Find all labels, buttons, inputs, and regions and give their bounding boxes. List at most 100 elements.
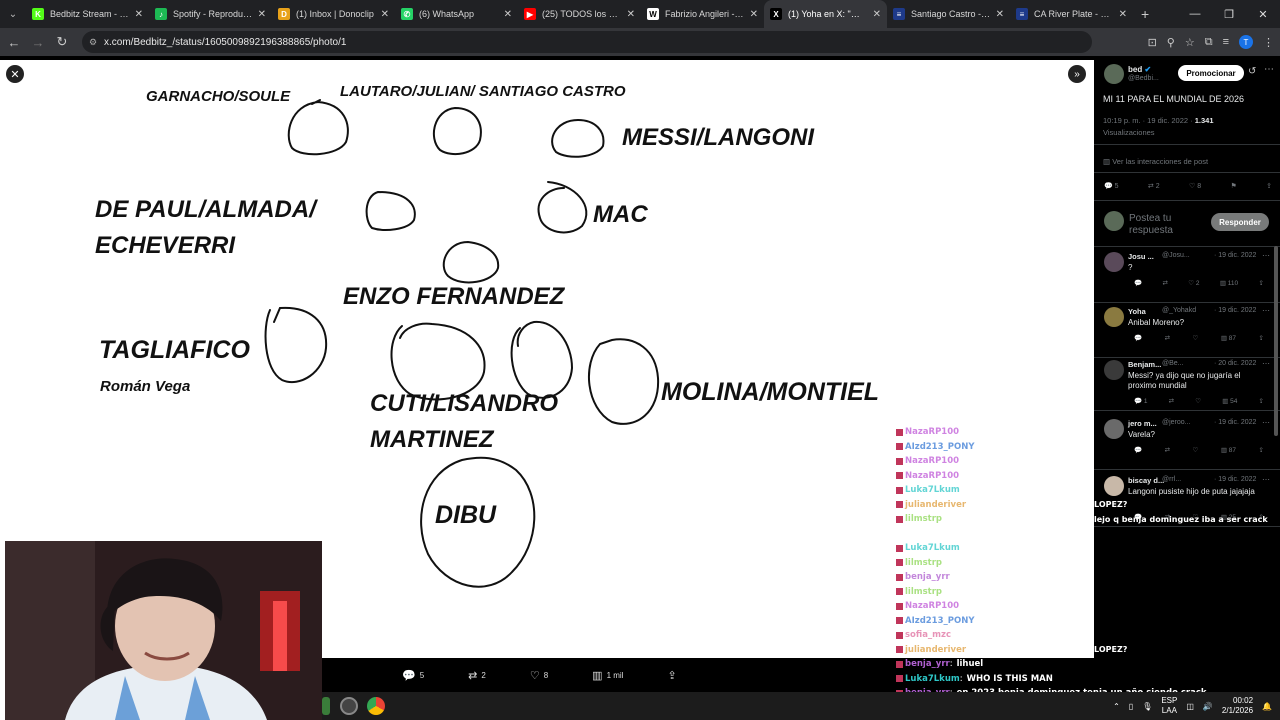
tab-favicon-icon: ≡ [1016,8,1028,20]
stat-replies[interactable]: 💬 5 [1104,182,1119,190]
comment-author[interactable]: Benjam... [1128,360,1161,369]
minimize-icon[interactable]: — [1178,8,1212,20]
forward-icon[interactable]: → [26,35,50,50]
share-action[interactable]: ⇪ [667,669,676,682]
tab-close-icon[interactable]: ✕ [1119,9,1127,20]
notification-bell-icon[interactable]: 🔔 [1262,702,1272,711]
browser-tab[interactable]: ✆ (6) WhatsApp ✕ [395,0,518,28]
chrome-icon[interactable] [367,697,385,715]
back-icon[interactable]: ← [2,35,26,50]
author-name[interactable]: bed ✔ [1128,65,1151,74]
repost-action[interactable]: ⇄ 2 [468,669,486,682]
comment-reply[interactable]: 💬 [1134,279,1142,287]
comment-author[interactable]: Josu ... [1128,252,1154,261]
tab-close-icon[interactable]: ✕ [627,9,635,20]
extensions-icon[interactable]: ⧉ [1205,36,1213,49]
stat-likes[interactable]: ♡ 8 [1189,182,1201,190]
panel-scrollbar[interactable] [1274,246,1278,436]
comment-share-icon[interactable]: ⇪ [1259,397,1264,405]
label-messi: MESSI/LANGONI [622,124,815,151]
tab-close-icon[interactable]: ✕ [258,9,266,20]
comment-repost[interactable]: ⇄ [1165,334,1170,342]
bookmark-star-icon[interactable]: ☆ [1185,36,1195,49]
author-avatar[interactable] [1104,64,1124,84]
reply-action[interactable]: 💬 5 [402,669,424,682]
browser-tab[interactable]: K Bedbitz Stream - Wa ✕ [26,0,149,28]
share-icon[interactable]: ⇪ [1266,182,1272,190]
new-tab-button[interactable]: + [1141,6,1149,22]
bookmark-icon[interactable]: ⚑ [1230,182,1236,190]
obs-icon[interactable] [340,697,358,715]
promote-button[interactable]: Promocionar [1178,65,1244,81]
network-icon[interactable]: ◫ [1186,702,1194,711]
language-indicator[interactable]: ESP LAA [1161,696,1177,716]
circle-mac [537,181,588,234]
tab-close-icon[interactable]: ✕ [873,9,881,20]
comment-avatar[interactable] [1104,252,1124,272]
view-interactions-link[interactable]: ▥ Ver las interacciones de post [1103,157,1208,166]
like-action[interactable]: ♡ 8 [530,669,548,682]
install-icon[interactable]: ⊡ [1148,36,1157,49]
comment-views[interactable]: ▥ 110 [1220,279,1238,287]
tab-close-icon[interactable]: ✕ [504,9,512,20]
comment-avatar[interactable] [1104,307,1124,327]
browser-tab[interactable]: ≡ CA River Plate - Plan ✕ [1010,0,1133,28]
browser-tab[interactable]: ♪ Spotify - Reproductor ✕ [149,0,272,28]
comment-share-icon[interactable]: ⇪ [1259,334,1264,342]
chat-badge-icon [896,544,903,552]
tray-chevron-icon[interactable]: ⌃ [1113,702,1120,711]
comment-more-icon[interactable]: ⋯ [1262,359,1270,368]
chat-username: Luka7Lkum [905,543,960,554]
browser-tab[interactable]: X (1) Yoha en X: "@Bed ✕ [764,0,887,28]
system-tray: ⌃ ▯ 🎙 ESP LAA ◫ 🔊 00:02 2/1/2026 🔔 [1113,692,1272,720]
tab-close-icon[interactable]: ✕ [996,9,1004,20]
browser-tab[interactable]: ≡ Santiago Castro - Da ✕ [887,0,1010,28]
comment-share-icon[interactable]: ⇪ [1259,279,1264,287]
comment-reply[interactable]: 💬 [1134,334,1142,342]
menu-icon[interactable]: ⋮ [1263,36,1274,49]
media-icon[interactable]: ≡ [1223,36,1229,48]
views-action[interactable]: ▥ 1 mil [592,669,623,682]
chat-overflow-text-3: LOPEZ? [1094,645,1128,654]
browser-tab[interactable]: D (1) Inbox | Donoclip ✕ [272,0,395,28]
browser-tab[interactable]: ▶ (25) TODOS los GOLE ✕ [518,0,641,28]
comment-author[interactable]: Yoha [1128,307,1146,316]
volume-icon[interactable]: 🔊 [1203,702,1213,711]
stat-reposts[interactable]: ⇄ 2 [1148,182,1160,190]
comment-like[interactable]: ♡ 2 [1188,279,1199,287]
clock[interactable]: 00:02 2/1/2026 [1222,696,1253,716]
expand-panel-button[interactable]: » [1068,65,1086,83]
comment-more-icon[interactable]: ⋯ [1262,306,1270,315]
grok-icon[interactable]: ↺ [1248,66,1256,77]
comment-repost[interactable]: ⇄ [1162,279,1167,287]
tab-search-icon[interactable]: ⌄ [0,0,26,28]
reply-input[interactable]: Postea tu respuesta [1129,213,1207,237]
comment-views[interactable]: ▥ 87 [1221,334,1236,342]
browser-tab[interactable]: W Fabrizio Angileri - Wi ✕ [641,0,764,28]
usb-icon[interactable]: ▯ [1129,702,1133,711]
comment-views[interactable]: ▥ 54 [1222,397,1237,405]
reload-icon[interactable]: ↻ [50,34,74,50]
comment-avatar[interactable] [1104,360,1124,380]
comment-more-icon[interactable]: ⋯ [1262,251,1270,260]
zoom-icon[interactable]: ⚲ [1167,36,1175,49]
comment-like[interactable]: ♡ [1193,334,1199,342]
close-viewer-button[interactable]: ✕ [6,65,24,83]
comment-reply[interactable]: 💬 1 [1134,397,1148,405]
comment-repost[interactable]: ⇄ [1169,397,1174,405]
tab-close-icon[interactable]: ✕ [750,9,758,20]
comment-like[interactable]: ♡ [1195,397,1201,405]
url-input[interactable]: ⚙ x.com/Bedbitz_/status/1605009892196388… [82,31,1092,53]
profile-avatar[interactable]: T [1239,35,1253,49]
maximize-icon[interactable]: ❐ [1212,8,1246,21]
tab-close-icon[interactable]: ✕ [135,9,143,20]
tab-close-icon[interactable]: ✕ [381,9,389,20]
tab-title: CA River Plate - Plan [1034,9,1115,19]
site-info-icon[interactable]: ⚙ [89,37,97,48]
mic-icon[interactable]: 🎙 [1142,702,1152,711]
label-roman-vega: Román Vega [100,378,191,395]
close-window-icon[interactable]: ✕ [1246,8,1280,21]
reply-button[interactable]: Responder [1211,213,1269,231]
more-options-icon[interactable]: ⋯ [1264,64,1274,75]
app-icon[interactable] [322,697,330,715]
